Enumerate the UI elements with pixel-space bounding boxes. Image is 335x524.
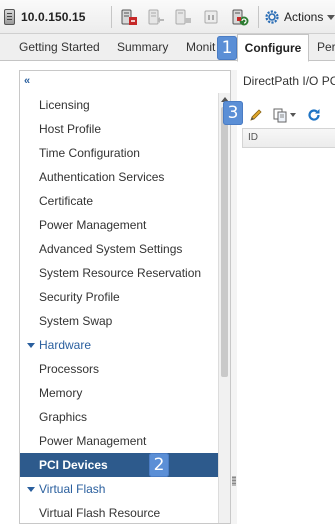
sidebar-item-system-swap[interactable]: System Swap — [20, 309, 218, 333]
sidebar-item-label: System Resource Reservation — [39, 266, 202, 280]
copy-icon — [273, 108, 287, 123]
chevron-down-icon — [327, 14, 335, 20]
sidebar-item-authentication-services[interactable]: Authentication Services — [20, 165, 218, 189]
tab-getting-started[interactable]: Getting Started — [19, 34, 100, 61]
sidebar-item-label: Licensing — [39, 98, 90, 112]
sidebar-item-label: Virtual Flash Resource — [39, 506, 161, 520]
enter-maintenance-icon[interactable] — [119, 7, 139, 27]
actions-label: Actions — [284, 10, 324, 24]
tab-summary[interactable]: Summary — [117, 34, 168, 61]
callout-badge: 2 — [149, 453, 169, 477]
nav-scrollbar[interactable] — [218, 93, 230, 523]
sidebar-item-label: System Swap — [39, 314, 113, 328]
sidebar-group-label: Virtual Flash — [39, 482, 106, 496]
splitter-grip-icon[interactable] — [232, 476, 236, 486]
exit-maintenance-icon[interactable] — [146, 7, 166, 27]
sidebar-item-time-configuration[interactable]: Time Configuration — [20, 141, 218, 165]
sidebar-item-advanced-system-settings[interactable]: Advanced System Settings — [20, 237, 218, 261]
toolbar-separator — [111, 6, 112, 28]
sidebar-group-hardware[interactable]: Hardware — [20, 333, 218, 357]
refresh-host-icon[interactable] — [230, 7, 250, 27]
sidebar-item-licensing[interactable]: Licensing — [20, 93, 218, 117]
content-title: DirectPath I/O PC — [243, 74, 335, 88]
settings-nav-panel: « Licensing Host Profile Time Configurat… — [19, 70, 231, 524]
sidebar-item-label: Host Profile — [39, 122, 102, 136]
callout-badge: 1 — [217, 36, 237, 60]
callout-badge: 3 — [223, 101, 243, 125]
suspend-icon[interactable] — [201, 7, 221, 27]
sidebar-item-label: Security Profile — [39, 290, 120, 304]
edit-pencil-icon[interactable] — [248, 106, 264, 124]
sidebar-item-processors[interactable]: Processors — [20, 357, 218, 381]
host-name: 10.0.150.15 — [21, 10, 86, 24]
sidebar-item-virtual-flash-resource[interactable]: Virtual Flash Resource — [20, 501, 218, 523]
top-toolbar: 10.0.150.15 Actions — [0, 0, 335, 34]
sidebar-item-label: Memory — [39, 386, 83, 400]
sidebar-item-graphics[interactable]: Graphics — [20, 405, 218, 429]
actions-menu-button[interactable]: Actions — [264, 6, 335, 28]
sidebar-item-label: Time Configuration — [39, 146, 140, 160]
sidebar-item-label: Power Management — [39, 434, 147, 448]
sidebar-item-hardware-power-management[interactable]: Power Management — [20, 429, 218, 453]
expand-arrow-icon — [27, 487, 35, 492]
sidebar-item-label: Authentication Services — [39, 170, 165, 184]
sidebar-item-security-profile[interactable]: Security Profile — [20, 285, 218, 309]
sidebar-item-memory[interactable]: Memory — [20, 381, 218, 405]
host-header: 10.0.150.15 — [4, 5, 86, 29]
pci-devices-table: ID — [242, 128, 335, 148]
settings-nav-list: Licensing Host Profile Time Configuratio… — [20, 93, 218, 523]
tab-strip: Getting Started Summary Monit Configure … — [0, 34, 335, 62]
panel-splitter[interactable] — [231, 70, 237, 524]
export-menu-button[interactable] — [272, 106, 296, 124]
expand-arrow-icon — [27, 343, 35, 348]
actions-gear-icon — [265, 10, 279, 24]
sidebar-item-host-profile[interactable]: Host Profile — [20, 117, 218, 141]
sidebar-item-label: PCI Devices — [39, 458, 108, 472]
host-icon — [4, 9, 15, 25]
tab-permissions[interactable]: Per — [317, 34, 335, 61]
sidebar-item-system-resource-reservation[interactable]: System Resource Reservation — [20, 261, 218, 285]
sidebar-item-pci-devices[interactable]: PCI Devices — [20, 453, 218, 477]
content-toolbar — [240, 101, 335, 127]
power-off-icon[interactable] — [173, 7, 193, 27]
sidebar-item-label: Graphics — [39, 410, 88, 424]
chevron-down-icon — [290, 113, 296, 117]
sidebar-item-certificate[interactable]: Certificate — [20, 189, 218, 213]
sidebar-item-label: Power Management — [39, 218, 147, 232]
sidebar-item-power-management[interactable]: Power Management — [20, 213, 218, 237]
sidebar-item-label: Advanced System Settings — [39, 242, 183, 256]
scrollbar-thumb[interactable] — [221, 107, 228, 377]
tab-monitor[interactable]: Monit — [186, 34, 215, 61]
column-header-id[interactable]: ID — [248, 132, 258, 143]
sidebar-group-label: Hardware — [39, 338, 92, 352]
toolbar-separator — [258, 6, 259, 28]
collapse-panel-icon[interactable]: « — [24, 75, 36, 87]
sidebar-item-label: Processors — [39, 362, 100, 376]
sidebar-group-virtual-flash[interactable]: Virtual Flash — [20, 477, 218, 501]
refresh-icon[interactable] — [306, 106, 322, 124]
sidebar-item-label: Certificate — [39, 194, 94, 208]
tab-configure[interactable]: Configure — [237, 34, 309, 62]
